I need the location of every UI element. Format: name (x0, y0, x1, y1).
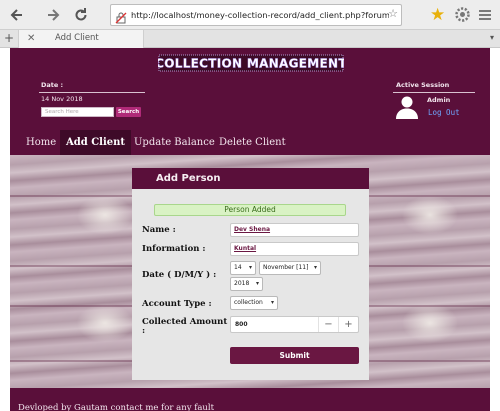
nav-add-client[interactable]: Add Client (60, 130, 132, 155)
name-label: Name : (142, 225, 176, 235)
date-dmy-label: Date ( D/M/Y ) : (142, 270, 217, 280)
user-avatar-icon (395, 95, 419, 119)
insecure-lock-icon (115, 9, 127, 24)
day-select[interactable]: 14 ▾ (230, 261, 256, 275)
account-type-select[interactable]: collection ▾ (230, 296, 278, 310)
address-bar[interactable]: http://localhost/money-collection-record… (110, 4, 402, 26)
account-type-label: Account Type : (142, 299, 212, 309)
site-footer: Devloped by Gautam contact me for any fa… (10, 388, 490, 411)
forward-arrow-icon[interactable] (44, 6, 62, 24)
current-date: 14 Nov 2018 (41, 95, 83, 103)
star-icon[interactable]: ★ (430, 5, 445, 25)
account-type-value: collection (234, 299, 263, 306)
browser-toolbar: http://localhost/money-collection-record… (0, 0, 500, 30)
active-session-label: Active Session (396, 81, 450, 89)
collected-amount-colon: : (142, 326, 146, 336)
increment-plus-icon[interactable]: + (338, 317, 358, 332)
logo-text: COLLECTION MANAGEMENT (158, 57, 344, 71)
chevron-down-icon: ▾ (313, 264, 317, 271)
decrement-minus-icon[interactable]: − (318, 317, 338, 332)
information-field[interactable]: Kuntal (230, 242, 359, 256)
collected-amount-label: Collected Amount (142, 317, 228, 327)
tab-close-icon[interactable]: ✕ (27, 30, 35, 47)
tab-title: Add Client (55, 33, 99, 43)
main-nav: Home Add Client Update Balance Delete Cl… (10, 130, 490, 155)
site-logo: COLLECTION MANAGEMENT (158, 54, 344, 72)
chevron-down-icon: ▾ (255, 280, 259, 287)
month-value: November [11] (263, 264, 309, 271)
panel-header: Add Person (132, 168, 369, 189)
collected-amount-stepper[interactable]: 800 − + (230, 316, 359, 333)
new-tab-plus-icon[interactable]: + (4, 30, 14, 47)
chevron-down-icon: ▾ (248, 264, 252, 271)
information-label: Information : (142, 244, 206, 254)
year-value: 2018 (234, 280, 250, 287)
search-button[interactable]: Search (116, 107, 141, 117)
site-header: COLLECTION MANAGEMENT Date : 14 Nov 2018… (10, 48, 490, 155)
logout-link[interactable]: Log Out (428, 108, 460, 117)
collected-amount-value: 800 (235, 321, 248, 328)
date-label: Date : (41, 81, 64, 89)
admin-name: Admin (427, 96, 451, 104)
day-value: 14 (234, 264, 242, 271)
name-field[interactable]: Dev Shena (230, 223, 359, 237)
year-select[interactable]: 2018 ▾ (230, 277, 263, 291)
nav-home[interactable]: Home (20, 130, 62, 155)
hamburger-menu-icon[interactable] (478, 7, 492, 21)
chevron-down-icon: ▾ (270, 299, 274, 306)
nav-update-balance[interactable]: Update Balance (128, 130, 221, 155)
success-alert: Person Added (154, 204, 346, 216)
divider (393, 92, 475, 93)
tab-list-chevron-down-icon[interactable]: ▾ (490, 33, 494, 42)
gear-icon[interactable] (454, 6, 471, 23)
footer-text: Devloped by Gautam contact me for any fa… (18, 403, 215, 411)
month-select[interactable]: November [11] ▾ (259, 261, 321, 275)
add-person-panel: Add Person Person Added Name : Dev Shena… (132, 168, 369, 380)
divider (39, 92, 145, 93)
tab-add-client[interactable]: ✕ Add Client (18, 30, 144, 48)
panel-title: Add Person (156, 173, 221, 184)
bookmark-star-icon[interactable]: ☆ (388, 7, 398, 20)
search-input[interactable] (41, 107, 114, 117)
submit-button[interactable]: Submit (230, 347, 359, 364)
reload-icon[interactable] (72, 6, 90, 24)
tab-strip: + ✕ Add Client ▾ (0, 30, 500, 48)
nav-delete-client[interactable]: Delete Client (213, 130, 292, 155)
back-arrow-icon[interactable] (8, 6, 26, 24)
url-text: http://localhost/money-collection-record… (131, 10, 389, 20)
